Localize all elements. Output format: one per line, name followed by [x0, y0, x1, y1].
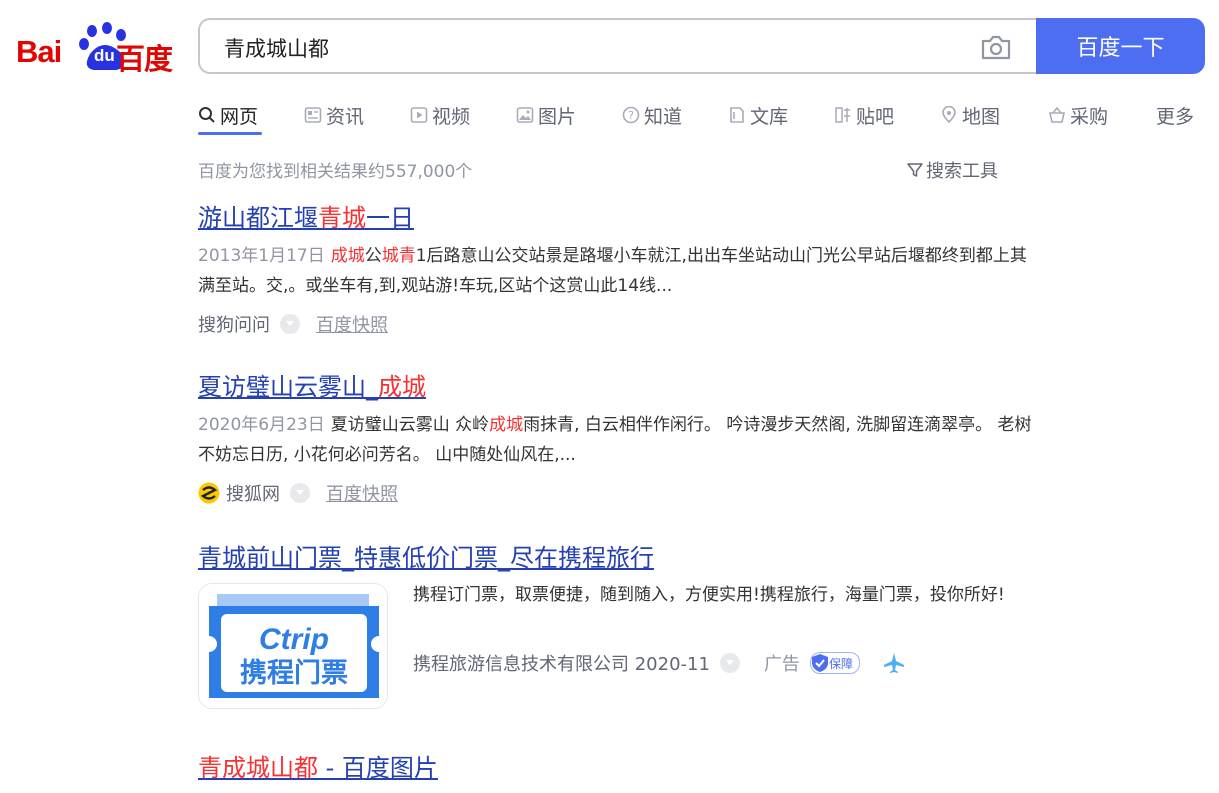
abstract-highlight: 成城 [489, 415, 524, 435]
source-name[interactable]: 搜狗问问 [198, 311, 270, 337]
title-text: 夏访璧山云雾山_ [198, 373, 378, 401]
tab-label: 视频 [432, 105, 471, 128]
search-box [198, 18, 1036, 74]
snapshot-link[interactable]: 百度快照 [326, 480, 398, 506]
tab-video[interactable]: 视频 [410, 97, 470, 133]
tab-label: 网页 [220, 105, 259, 128]
tieba-icon [835, 107, 850, 123]
result-count: 百度为您找到相关结果约557,000个 [198, 162, 473, 182]
question-icon: ? [622, 106, 640, 124]
result-abstract: 2013年1月17日 成城公城青1后路意山公交站景是路堰小车就江,出出车坐站动山门… [198, 241, 1043, 301]
shield-icon [811, 654, 828, 672]
logo-text-bai: Bai [16, 34, 62, 69]
image-icon [516, 107, 534, 123]
svg-text:?: ? [628, 109, 634, 122]
video-icon [410, 107, 428, 123]
tab-label: 图片 [538, 105, 577, 128]
title-highlight: 青城 [318, 204, 366, 232]
tab-label: 知道 [644, 105, 683, 128]
result-date: 2020年6月23日 [198, 415, 325, 435]
logo-text-du: du [94, 46, 115, 65]
chevron-down-icon[interactable] [280, 314, 300, 334]
map-icon [942, 106, 956, 124]
search-result: 游山都江堰青城一日 2013年1月17日 成城公城青1后路意山公交站景是路堰小车就… [198, 198, 1048, 339]
guarantee-badge[interactable]: 保障 [809, 652, 860, 674]
tab-procurement[interactable]: 采购 [1048, 97, 1108, 133]
result-source-row: 搜狗问问 百度快照 [198, 309, 1048, 339]
tab-label: 地图 [962, 105, 1001, 128]
tab-webpage[interactable]: 网页 [198, 97, 258, 133]
basket-icon [1049, 106, 1065, 123]
result-date: 2013年1月17日 [198, 246, 325, 266]
badge-label: 保障 [828, 656, 853, 671]
airplane-icon[interactable] [882, 652, 906, 674]
library-icon [730, 107, 744, 123]
ad-label: 广告 [763, 654, 800, 675]
title-text: 一日 [366, 204, 414, 232]
result-title-link[interactable]: 游山都江堰青城一日 [198, 198, 414, 233]
search-tools-button[interactable]: 搜索工具 [906, 157, 998, 183]
image-text-ctrip: Ctrip [259, 623, 329, 656]
result-abstract: 2020年6月23日 夏访璧山云雾山 众岭成城雨抹青, 白云相伴作闲行。 吟诗漫步… [198, 410, 1043, 470]
tab-label: 更多 [1156, 105, 1195, 128]
result-source-row: 搜狐网 百度快照 [198, 478, 1048, 508]
ad-company[interactable]: 携程旅游信息技术有限公司 2020-11 [413, 650, 710, 676]
tab-more[interactable]: 更多 [1156, 97, 1194, 133]
tab-zhidao[interactable]: ? 知道 [622, 97, 682, 133]
tab-label: 贴吧 [856, 105, 895, 128]
tab-label: 资讯 [326, 105, 365, 128]
chevron-down-icon[interactable] [290, 483, 310, 503]
result-title-link[interactable]: 青成城山都 - 百度图片 [198, 748, 438, 783]
title-highlight: 成城 [378, 373, 426, 401]
search-input[interactable] [222, 30, 946, 66]
camera-icon[interactable] [980, 34, 1012, 60]
tab-images[interactable]: 图片 [516, 97, 576, 133]
search-icon [199, 107, 215, 123]
search-button[interactable]: 百度一下 [1036, 18, 1205, 74]
abstract-text: 公 [364, 246, 382, 266]
tab-tieba[interactable]: 贴吧 [834, 97, 894, 133]
title-text: 游山都江堰 [198, 204, 318, 232]
result-title-link[interactable]: 夏访璧山云雾山_成城 [198, 367, 426, 402]
sohu-logo-icon [198, 482, 220, 504]
title-highlight: 青成城山都 [198, 754, 318, 782]
image-text-ticket: 携程门票 [240, 658, 348, 689]
snapshot-link[interactable]: 百度快照 [316, 311, 388, 337]
source-name[interactable]: 搜狐网 [226, 480, 280, 506]
filter-icon [907, 163, 923, 177]
ad-meta-row: 携程旅游信息技术有限公司 2020-11 广告 保障 [413, 650, 906, 676]
ad-abstract: 携程订门票，取票便捷，随到随入，方便实用!携程旅行，海量门票，投你所好! [413, 585, 1005, 605]
tab-news[interactable]: 资讯 [304, 97, 364, 133]
news-icon [304, 107, 322, 123]
abstract-highlight: 城青 [381, 246, 416, 266]
ctrip-ticket-image[interactable]: Ctrip 携程门票 [198, 583, 388, 709]
search-tools-label: 搜索工具 [926, 161, 998, 182]
search-result: 青成城山都 - 百度图片 [198, 748, 1048, 783]
tab-label: 文库 [750, 105, 789, 128]
active-tab-indicator [198, 132, 262, 135]
abstract-text: 夏访璧山云雾山 众岭 [330, 415, 490, 435]
search-result: 夏访璧山云雾山_成城 2020年6月23日 夏访璧山云雾山 众岭成城雨抹青, 白云… [198, 367, 1048, 508]
logo-text-baidu-cn: 百度 [116, 44, 173, 76]
tab-label: 采购 [1070, 105, 1109, 128]
tab-wenku[interactable]: 文库 [728, 97, 788, 133]
abstract-highlight: 成城 [330, 246, 365, 266]
chevron-down-icon[interactable] [719, 653, 740, 673]
title-text: - 百度图片 [318, 754, 438, 782]
tab-map[interactable]: 地图 [940, 97, 1000, 133]
baidu-logo[interactable]: Bai du 百度 [16, 22, 173, 76]
ad-result: 青城前山门票_特惠低价门票_尽在携程旅行 Ctrip 携程门票 携程订门票，取票… [198, 538, 1048, 718]
result-title-link[interactable]: 青城前山门票_特惠低价门票_尽在携程旅行 [198, 538, 654, 573]
